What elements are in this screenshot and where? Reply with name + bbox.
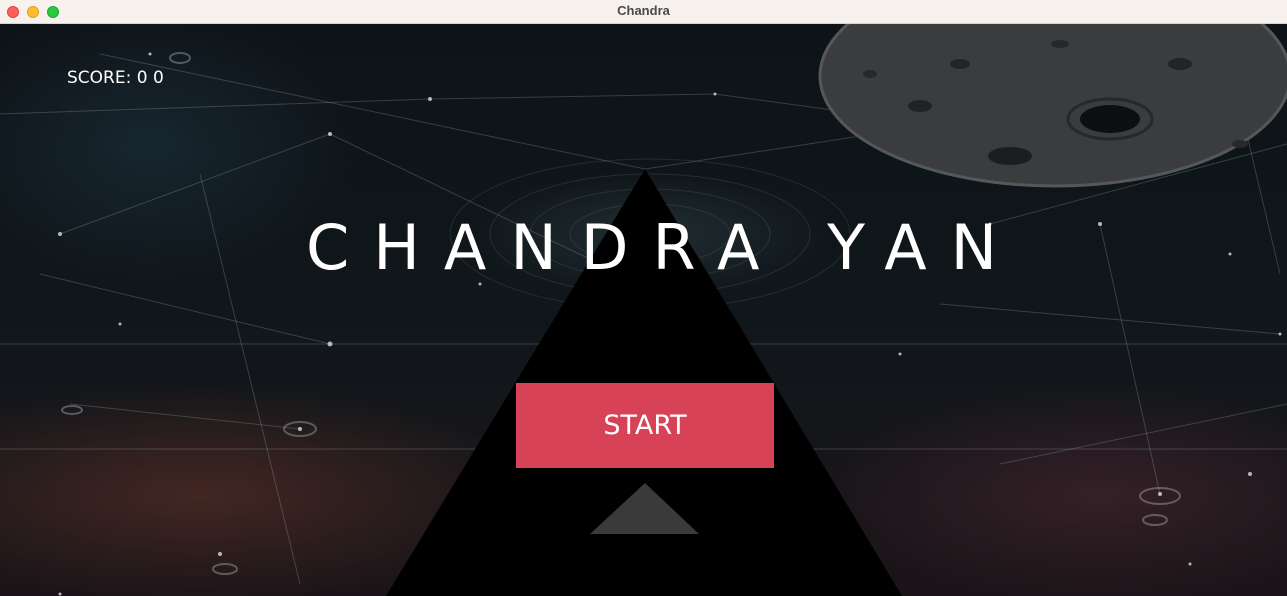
space-background <box>0 24 1287 596</box>
window-title: Chandra <box>617 3 670 18</box>
game-title: CHANDRA YAN <box>306 211 1021 284</box>
title-bar[interactable]: Chandra <box>0 0 1287 24</box>
app-window: Chandra SCORE: 0 0 CHANDRA YAN START <box>0 0 1287 596</box>
start-button[interactable]: START <box>516 383 774 468</box>
game-canvas[interactable]: SCORE: 0 0 CHANDRA YAN START <box>0 24 1287 596</box>
score-label: SCORE: 0 0 <box>67 68 164 88</box>
moon-icon <box>818 24 1287 188</box>
